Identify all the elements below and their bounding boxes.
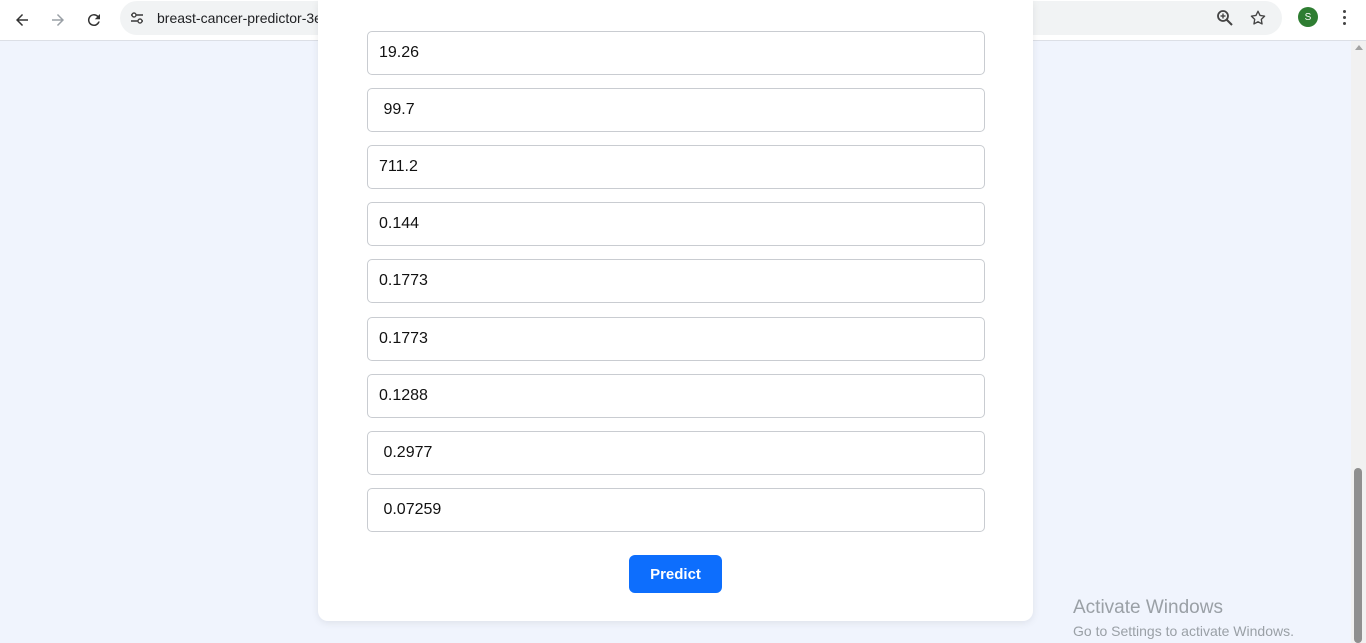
arrow-left-icon [16,14,28,26]
activate-windows-watermark: Activate Windows Go to Settings to activ… [1073,597,1294,639]
feature-input-7[interactable]: 0.1288 [367,374,985,418]
zoom-button[interactable] [1214,7,1236,29]
feature-input-1[interactable]: 19.26 [367,31,985,75]
feature-input-4[interactable]: 0.144 [367,202,985,246]
feature-input-3[interactable]: 711.2 [367,145,985,189]
feature-input-6[interactable]: 0.1773 [367,317,985,361]
kebab-menu-icon[interactable] [1334,6,1354,28]
profile-avatar[interactable]: S [1298,7,1318,27]
feature-input-8[interactable]: 0.2977 [367,431,985,475]
scrollbar-thumb[interactable] [1354,468,1362,643]
watermark-title: Activate Windows [1073,597,1223,618]
watermark-subtitle: Go to Settings to activate Windows. [1073,623,1294,639]
tune-icon [131,12,143,24]
star-icon [1250,10,1266,25]
zoom-icon [1217,10,1233,26]
arrow-right-icon [52,14,64,26]
back-button[interactable] [7,5,37,35]
feature-input-5[interactable]: 0.1773 [367,259,985,303]
feature-input-2[interactable]: 99.7 [367,88,985,132]
site-info-button[interactable] [128,9,146,27]
forward-button[interactable] [43,5,73,35]
scroll-up-arrow-icon[interactable] [1355,45,1363,50]
page-scrollbar[interactable] [1351,41,1366,643]
feature-input-9[interactable]: 0.07259 [367,488,985,532]
reload-button[interactable] [79,5,109,35]
bookmark-button[interactable] [1247,7,1269,29]
predict-button[interactable]: Predict [629,555,722,593]
reload-icon [87,14,100,27]
